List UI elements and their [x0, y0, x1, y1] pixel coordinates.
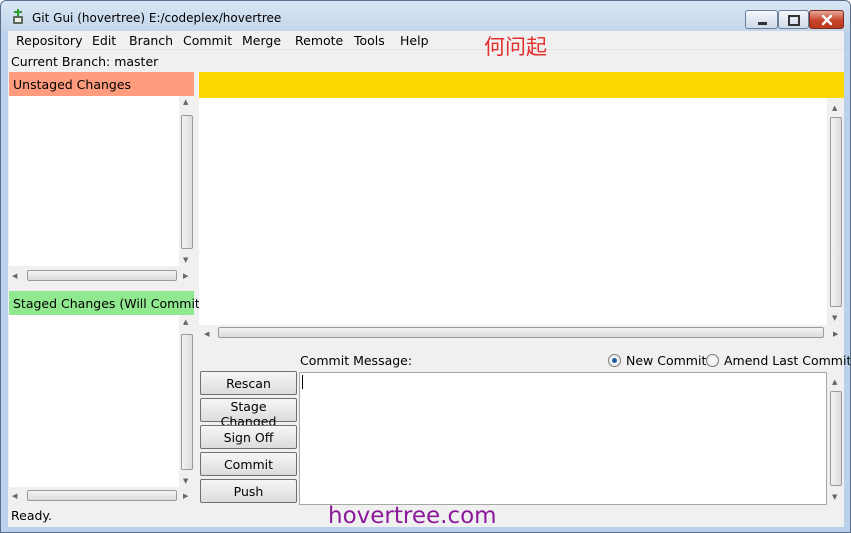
- scroll-down-icon[interactable]: ▼: [832, 493, 837, 501]
- sign-off-button[interactable]: Sign Off: [200, 425, 297, 449]
- close-button[interactable]: [809, 10, 844, 29]
- unstaged-vscroll[interactable]: ▲ ▼: [179, 96, 194, 266]
- scroll-left-icon[interactable]: ◀: [204, 330, 209, 338]
- scroll-up-icon[interactable]: ▲: [183, 318, 188, 326]
- menu-tools[interactable]: Tools: [354, 33, 385, 48]
- new-commit-radio[interactable]: [608, 354, 621, 367]
- menu-repository[interactable]: Repository: [16, 33, 82, 48]
- staged-hscroll[interactable]: ◀ ▶: [9, 488, 194, 505]
- diff-hscroll[interactable]: ◀: [199, 325, 827, 342]
- menu-commit[interactable]: Commit: [183, 33, 232, 48]
- window-title: Git Gui (hovertree) E:/codeplex/hovertre…: [32, 11, 282, 25]
- scroll-down-icon[interactable]: ▼: [832, 314, 837, 322]
- scroll-right-icon[interactable]: ▶: [183, 272, 188, 280]
- maximize-icon: [788, 15, 800, 26]
- staged-header-label: Staged Changes (Will Commit): [13, 296, 205, 311]
- staged-vscroll[interactable]: ▲ ▼: [179, 315, 194, 487]
- scroll-down-icon[interactable]: ▼: [183, 477, 188, 485]
- menu-remote[interactable]: Remote: [295, 33, 343, 48]
- menu-branch[interactable]: Branch: [129, 33, 173, 48]
- staged-header: Staged Changes (Will Commit): [9, 291, 205, 315]
- app-window: Git Gui (hovertree) E:/codeplex/hovertre…: [0, 0, 851, 533]
- scroll-left-icon[interactable]: ◀: [12, 492, 17, 500]
- minimize-icon: [758, 22, 767, 25]
- scroll-right-icon[interactable]: ▶: [833, 330, 838, 338]
- scroll-thumb[interactable]: [830, 117, 842, 307]
- title-bar[interactable]: Git Gui (hovertree) E:/codeplex/hovertre…: [1, 1, 850, 31]
- rescan-button[interactable]: Rescan: [200, 371, 297, 395]
- new-commit-label[interactable]: New Commit: [626, 353, 706, 368]
- diff-vscroll[interactable]: ▲ ▼: [827, 98, 844, 325]
- scroll-up-icon[interactable]: ▲: [183, 98, 188, 106]
- status-bar-text: Ready.: [11, 508, 52, 523]
- diff-header: [199, 72, 844, 98]
- scroll-thumb[interactable]: [830, 391, 842, 486]
- push-button[interactable]: Push: [200, 479, 297, 503]
- staged-file-list[interactable]: [9, 315, 179, 487]
- scroll-up-icon[interactable]: ▲: [832, 104, 837, 112]
- scroll-thumb[interactable]: [181, 334, 193, 470]
- current-branch: Current Branch: master: [11, 54, 159, 69]
- git-gui-icon: [13, 9, 23, 24]
- amend-commit-radio[interactable]: [706, 354, 719, 367]
- unstaged-header-label: Unstaged Changes: [13, 77, 132, 92]
- scroll-thumb[interactable]: [27, 490, 177, 501]
- text-caret: [302, 375, 303, 389]
- commit-message-input[interactable]: [299, 372, 827, 505]
- client-area: Repository Edit Branch Commit Merge Remo…: [8, 31, 850, 529]
- unstaged-file-list[interactable]: [9, 96, 179, 266]
- scroll-up-icon[interactable]: ▲: [832, 378, 837, 386]
- amend-commit-label[interactable]: Amend Last Commit: [724, 353, 850, 368]
- menu-edit[interactable]: Edit: [92, 33, 116, 48]
- menu-bar: Repository Edit Branch Commit Merge Remo…: [8, 31, 844, 59]
- close-icon: [821, 14, 833, 26]
- stage-changed-button[interactable]: Stage Changed: [200, 398, 297, 429]
- unstaged-header: Unstaged Changes: [9, 72, 194, 96]
- unstaged-hscroll[interactable]: ◀ ▶: [9, 268, 194, 285]
- commit-message-vscroll[interactable]: ▲ ▼: [827, 372, 844, 505]
- maximize-button[interactable]: [778, 10, 809, 29]
- diff-viewer[interactable]: [199, 98, 827, 325]
- commit-button[interactable]: Commit: [200, 452, 297, 476]
- scroll-thumb[interactable]: [218, 327, 824, 338]
- watermark-top: 何问起: [484, 35, 547, 59]
- menu-merge[interactable]: Merge: [242, 33, 281, 48]
- scroll-thumb[interactable]: [181, 115, 193, 249]
- scroll-down-icon[interactable]: ▼: [183, 256, 188, 264]
- menu-help[interactable]: Help: [400, 33, 429, 48]
- minimize-button[interactable]: [745, 10, 778, 29]
- watermark-bottom: hovertree.com: [328, 503, 497, 529]
- scroll-thumb[interactable]: [27, 270, 177, 281]
- scroll-left-icon[interactable]: ◀: [12, 272, 17, 280]
- scroll-right-icon[interactable]: ▶: [183, 492, 188, 500]
- commit-message-label: Commit Message:: [300, 353, 413, 368]
